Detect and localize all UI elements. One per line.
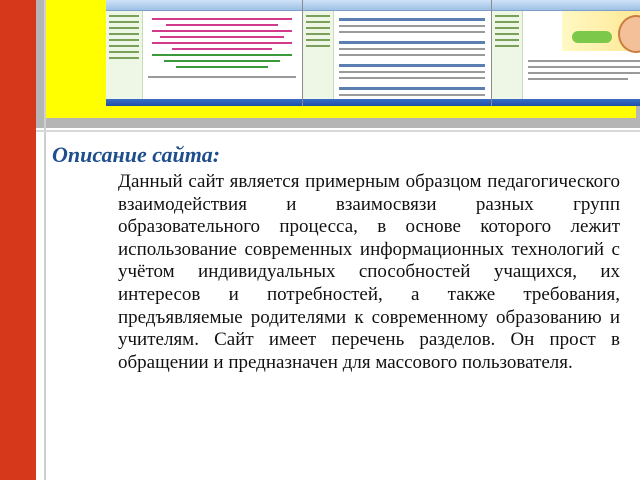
horizontal-divider xyxy=(36,130,640,132)
screenshot-frame xyxy=(46,0,640,118)
screenshot-strip xyxy=(106,0,640,106)
accent-bar xyxy=(0,0,36,480)
site-sidebar xyxy=(492,11,523,99)
browser-titlebar xyxy=(303,0,491,11)
taskbar xyxy=(303,99,491,106)
website-homepage-screenshot xyxy=(106,0,303,106)
taskbar xyxy=(492,99,640,106)
site-sidebar xyxy=(106,11,143,99)
site-sidebar xyxy=(303,11,334,99)
taskbar xyxy=(106,99,302,106)
site-content xyxy=(146,14,298,96)
website-section-screenshot xyxy=(303,0,492,106)
site-content xyxy=(526,56,640,96)
browser-titlebar xyxy=(106,0,302,11)
site-banner-image xyxy=(562,11,640,53)
site-content xyxy=(337,14,487,96)
slide-heading: Описание сайта: xyxy=(52,142,221,167)
browser-titlebar xyxy=(492,0,640,11)
website-banner-screenshot xyxy=(492,0,640,106)
site-description: Данный сайт является примерным образцом … xyxy=(118,171,620,373)
slide: Описание сайта: Данный сайт является при… xyxy=(0,0,640,480)
